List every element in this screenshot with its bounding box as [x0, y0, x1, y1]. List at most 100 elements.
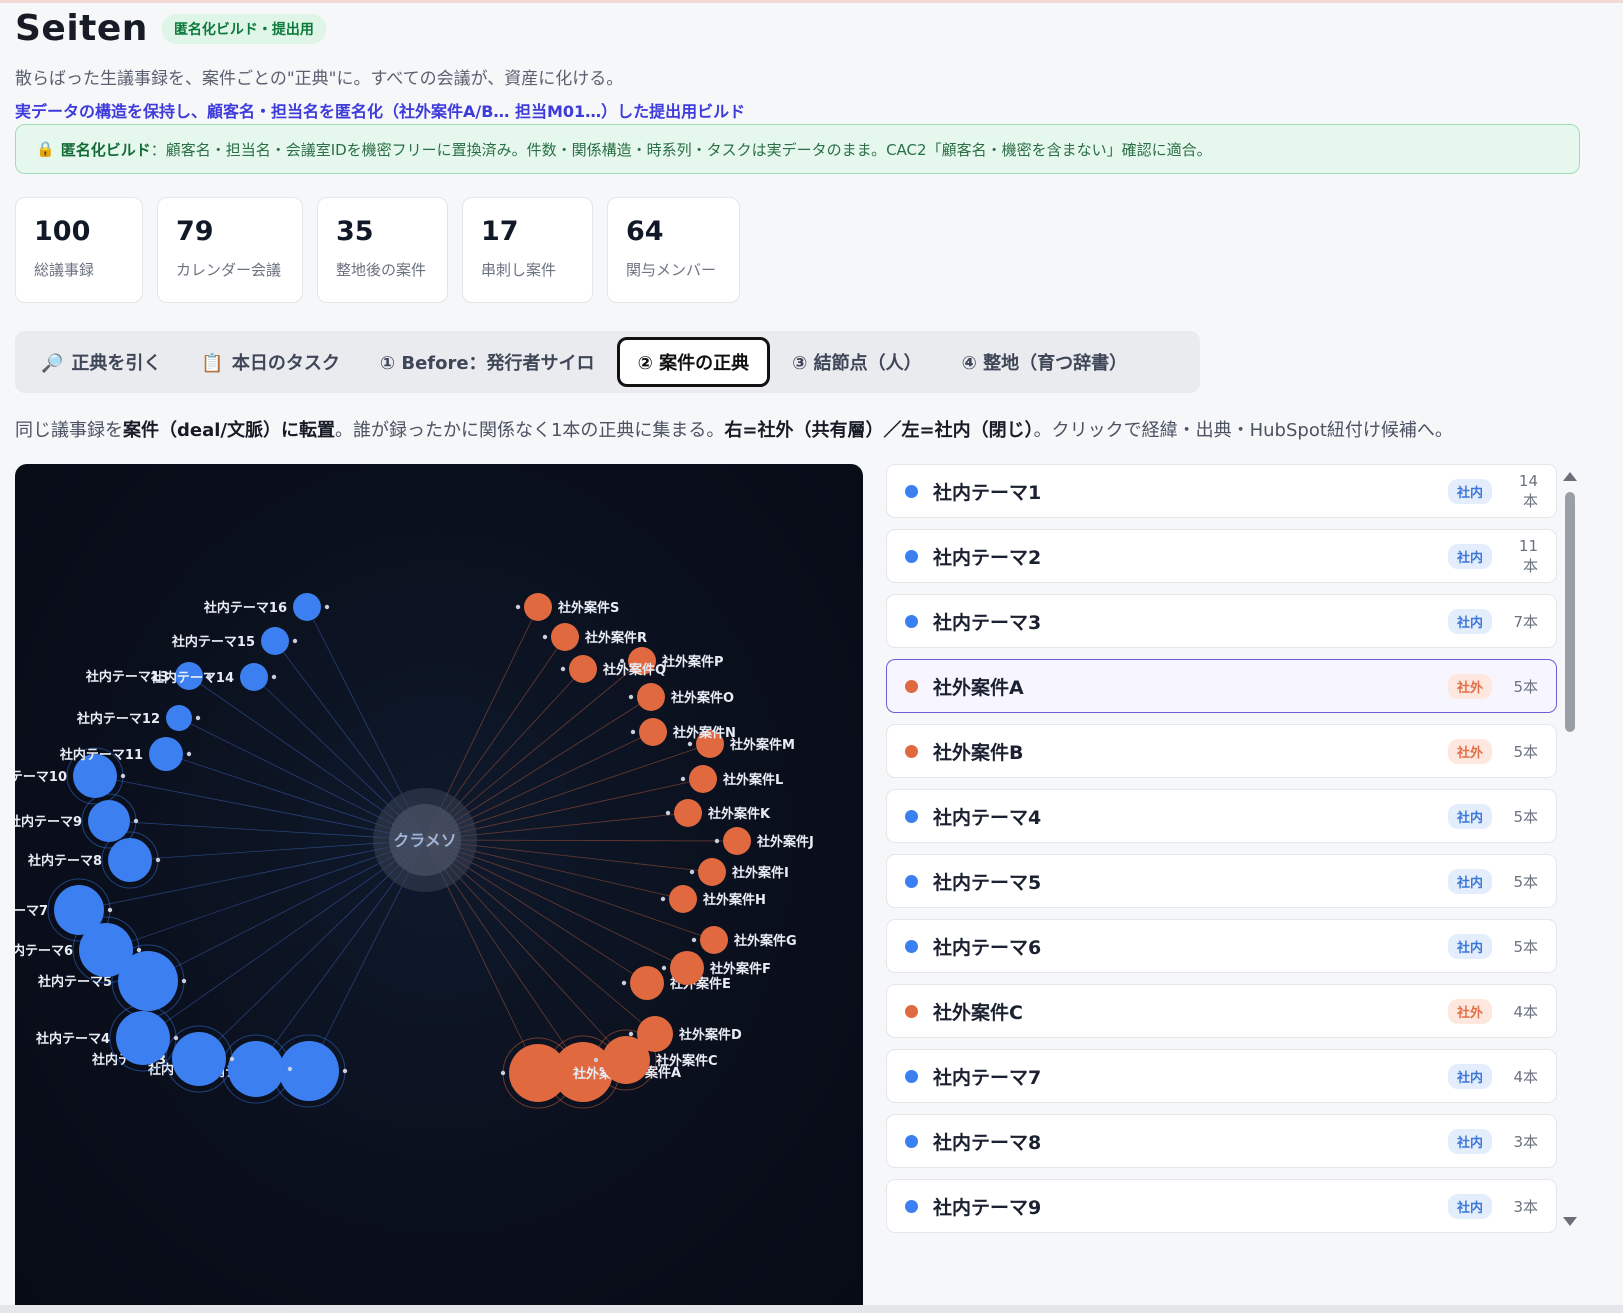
desc-text: 。クリックで経緯・出典・HubSpot紐付け候補へ。: [1033, 420, 1453, 441]
graph-node[interactable]: [149, 737, 183, 771]
record-count: 5本: [1513, 872, 1538, 891]
tab-label: 本日のタスク: [231, 353, 340, 374]
graph-node[interactable]: [88, 800, 130, 842]
type-dot: [905, 1134, 918, 1148]
type-badge: 社内: [1447, 608, 1492, 634]
node-satellite-dot: [271, 674, 277, 680]
deal-list[interactable]: 社内テーマ1 社内 14本 社内テーマ2 社内 11本 社内テーマ3 社内 7本…: [886, 464, 1558, 1234]
top-border: [0, 0, 1623, 3]
list-item[interactable]: 社内テーマ9 社内 3本: [886, 1179, 1557, 1233]
list-item[interactable]: 社外案件B 社外 5本: [886, 724, 1557, 778]
node-label: 社外案件D: [678, 1027, 742, 1043]
type-badge: 社外: [1447, 998, 1492, 1024]
graph-node[interactable]: [228, 1041, 284, 1097]
stat-label: 串刺し案件: [481, 261, 557, 279]
node-satellite-dot: [714, 838, 720, 844]
anonymization-note: 実データの構造を保持し、顧客名・担当名を匿名化（社外案件A/B… 担当M01…）…: [15, 102, 746, 121]
node-label: 社外案件K: [707, 806, 771, 822]
deal-network-graph[interactable]: 社内テーマ1社内テーマ2社内テーマ3社内テーマ4社内テーマ5社内テーマ6社内テー…: [15, 464, 863, 1313]
graph-node[interactable]: [172, 1032, 226, 1086]
graph-node[interactable]: [637, 1016, 673, 1052]
notice-title: 匿名化ビルド: [60, 140, 151, 159]
graph-node[interactable]: [689, 765, 717, 793]
list-item[interactable]: 社内テーマ1 社内 14本: [886, 464, 1557, 518]
graph-node[interactable]: [293, 593, 321, 621]
node-satellite-dot: [342, 1068, 348, 1074]
type-dot: [905, 679, 918, 693]
list-item[interactable]: 社内テーマ2 社内 11本: [886, 529, 1557, 583]
anonymization-notice: 🔒 匿名化ビルド ：顧客名・担当名・会議室IDを機密フリーに置換済み。件数・関係…: [15, 124, 1580, 174]
scroll-up-arrow-icon[interactable]: [1563, 472, 1577, 481]
node-label: 社内テーマ16: [203, 600, 287, 616]
graph-node[interactable]: [670, 951, 704, 985]
type-dot: [905, 484, 918, 498]
graph-node[interactable]: [54, 885, 104, 935]
graph-node[interactable]: [261, 627, 289, 655]
node-satellite-dot: [689, 869, 695, 875]
desc-emphasis: 右=社外（共有層）／左=社内（閉じ）: [724, 420, 1034, 441]
node-satellite-dot: [195, 715, 201, 721]
list-scrollbar[interactable]: [1563, 468, 1577, 1228]
node-satellite-dot: [680, 776, 686, 782]
node-label: 社内テーマ14: [150, 670, 234, 686]
tab-canon-lookup[interactable]: 🔎 正典を引く: [23, 337, 179, 387]
graph-node[interactable]: [509, 1044, 567, 1102]
graph-node[interactable]: [116, 1011, 170, 1065]
graph-node[interactable]: [674, 799, 702, 827]
node-label: 社外案件R: [584, 630, 647, 646]
tab-deal-canon[interactable]: ② 案件の正典: [616, 337, 771, 387]
list-item[interactable]: 社内テーマ4 社内 5本: [886, 789, 1557, 843]
graph-node[interactable]: [524, 593, 552, 621]
graph-node[interactable]: [166, 705, 192, 731]
deal-name: 社外案件B: [933, 741, 1024, 764]
graph-node[interactable]: [551, 623, 579, 651]
list-item[interactable]: 社外案件A 社外 5本: [886, 659, 1557, 713]
tab-label: ③ 結節点（人）: [792, 353, 922, 374]
network-svg[interactable]: 社内テーマ1社内テーマ2社内テーマ3社内テーマ4社内テーマ5社内テーマ6社内テー…: [15, 464, 863, 1313]
deal-name: 社内テーマ6: [933, 936, 1042, 959]
graph-node[interactable]: [639, 718, 667, 746]
list-item[interactable]: 社内テーマ8 社内 3本: [886, 1114, 1557, 1168]
clipboard-icon: 📋: [201, 353, 224, 374]
list-item[interactable]: 社内テーマ3 社内 7本: [886, 594, 1557, 648]
node-label: 社外案件I: [731, 865, 789, 881]
type-dot: [905, 1199, 918, 1213]
graph-node[interactable]: [108, 838, 152, 882]
list-item[interactable]: 社内テーマ6 社内 5本: [886, 919, 1557, 973]
graph-node[interactable]: [630, 966, 664, 1000]
node-satellite-dot: [136, 947, 142, 953]
deal-name: 社内テーマ5: [933, 871, 1042, 894]
scroll-down-arrow-icon[interactable]: [1563, 1217, 1577, 1226]
stat-label: 整地後の案件: [336, 261, 427, 279]
app-header: Seiten 匿名化ビルド・提出用: [15, 8, 326, 49]
lock-icon: 🔒: [36, 140, 55, 158]
tab-before-silo[interactable]: ① Before：発行者サイロ: [362, 337, 613, 387]
center-label: クラメソ: [393, 831, 457, 850]
list-item[interactable]: 社内テーマ5 社内 5本: [886, 854, 1557, 908]
stat-card: 100 総議事録: [15, 197, 143, 303]
tab-today-tasks[interactable]: 📋 本日のタスク: [183, 337, 357, 387]
graph-node[interactable]: [698, 858, 726, 886]
node-label: 社外案件L: [722, 772, 783, 788]
node-label: 社内テーマ10: [15, 769, 67, 785]
node-label: 社内テーマ8: [27, 853, 102, 869]
node-satellite-dot: [593, 1057, 599, 1063]
list-item[interactable]: 社外案件C 社外 4本: [886, 984, 1557, 1038]
stat-value: 17: [481, 216, 519, 247]
graph-node[interactable]: [279, 1041, 339, 1101]
graph-node[interactable]: [700, 926, 728, 954]
node-satellite-dot: [133, 818, 139, 824]
graph-node[interactable]: [240, 663, 268, 691]
scroll-thumb[interactable]: [1565, 492, 1575, 732]
graph-node[interactable]: [569, 655, 597, 683]
node-label: 社外案件F: [709, 961, 771, 977]
stat-value: 100: [34, 216, 91, 247]
list-item[interactable]: 社内テーマ7 社内 4本: [886, 1049, 1557, 1103]
stats-row: 100 総議事録 79 カレンダー会議 35 整地後の案件 17 串刺し案件 6…: [15, 197, 740, 303]
node-label: 社外案件N: [672, 725, 736, 741]
tab-dictionary[interactable]: ④ 整地（育つ辞書）: [944, 337, 1146, 387]
tab-hub-people[interactable]: ③ 結節点（人）: [774, 337, 940, 387]
graph-node[interactable]: [637, 683, 665, 711]
graph-node[interactable]: [723, 827, 751, 855]
graph-node[interactable]: [669, 885, 697, 913]
